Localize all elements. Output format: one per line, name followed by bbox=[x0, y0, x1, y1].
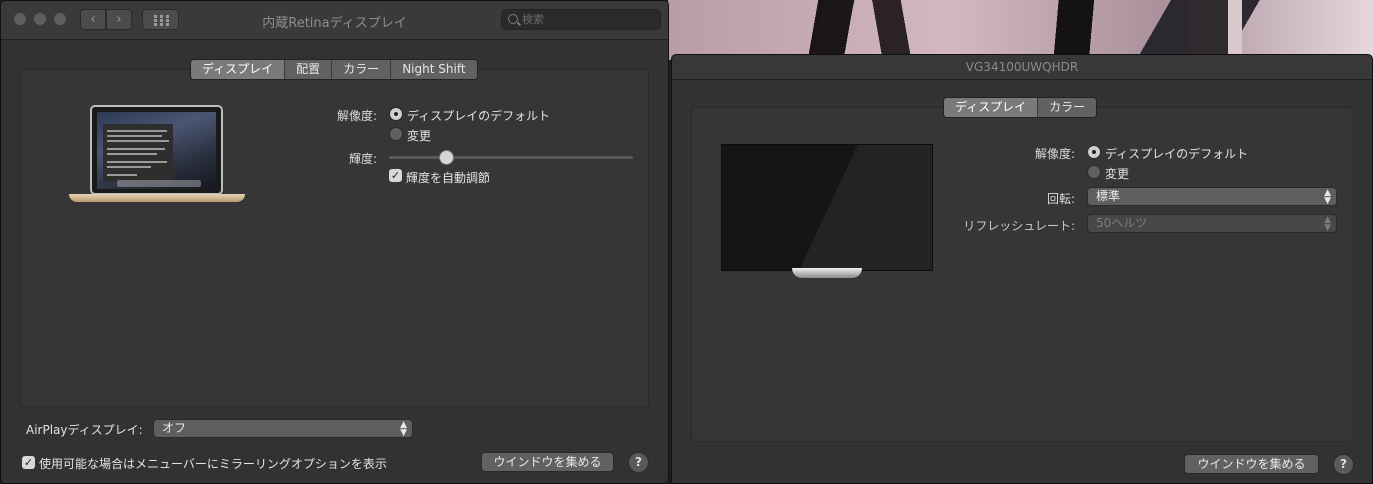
brightness-slider[interactable] bbox=[389, 156, 633, 159]
title-bar: VG34100UWQHDR bbox=[672, 55, 1372, 80]
airplay-select[interactable]: オフ ▲ ▼ bbox=[153, 419, 413, 438]
auto-brightness-label: 輝度を自動調節 bbox=[406, 171, 491, 185]
brightness-label: 輝度: bbox=[348, 152, 377, 166]
refresh-rate-value: 50ヘルツ bbox=[1096, 216, 1148, 230]
airplay-label: AirPlayディスプレイ: bbox=[26, 423, 143, 437]
refresh-rate-label: リフレッシュレート: bbox=[963, 219, 1075, 233]
updown-arrows-icon: ▲ ▼ bbox=[400, 420, 407, 438]
gather-windows-button[interactable]: ウインドウを集める bbox=[481, 452, 614, 472]
tab-bar-external: ディスプレイ カラー bbox=[943, 97, 1098, 118]
desktop-wallpaper bbox=[668, 0, 1373, 60]
search-placeholder: 検索 bbox=[522, 13, 544, 26]
gather-windows-button[interactable]: ウインドウを集める bbox=[1184, 454, 1319, 474]
search-icon bbox=[508, 14, 518, 24]
resolution-default-label: ディスプレイのデフォルト bbox=[1105, 147, 1249, 161]
tab-display[interactable]: ディスプレイ bbox=[191, 60, 285, 79]
airplay-value: オフ bbox=[162, 421, 187, 435]
help-icon[interactable]: ? bbox=[1333, 454, 1354, 475]
title-bar: ‹ › 内蔵Retinaディスプレイ 検索 bbox=[1, 1, 668, 40]
tab-arrangement[interactable]: 配置 bbox=[284, 60, 332, 79]
updown-arrows-icon: ▲ ▼ bbox=[1324, 188, 1331, 206]
checkmark-icon: ✓ bbox=[23, 456, 34, 469]
resolution-default-label: ディスプレイのデフォルト bbox=[407, 109, 551, 123]
tab-night-shift[interactable]: Night Shift bbox=[390, 60, 477, 79]
tab-bar: ディスプレイ 配置 カラー Night Shift bbox=[190, 59, 478, 80]
mirroring-label: 使用可能な場合はメニューバーにミラーリングオプションを表示 bbox=[39, 457, 387, 471]
resolution-default-radio[interactable] bbox=[1087, 145, 1101, 159]
resolution-default-radio[interactable] bbox=[389, 107, 403, 121]
mirroring-checkbox[interactable]: ✓ bbox=[22, 456, 35, 469]
auto-brightness-checkbox[interactable]: ✓ bbox=[389, 169, 402, 182]
resolution-label: 解像度: bbox=[1034, 147, 1075, 161]
refresh-rate-select[interactable]: 50ヘルツ ▲ ▼ bbox=[1087, 214, 1337, 233]
search-input[interactable]: 検索 bbox=[501, 9, 661, 30]
tab-display[interactable]: ディスプレイ bbox=[944, 98, 1038, 117]
resolution-scaled-radio[interactable] bbox=[389, 127, 403, 141]
resolution-scaled-label: 変更 bbox=[1105, 167, 1130, 181]
help-icon[interactable]: ? bbox=[628, 452, 649, 473]
tab-color[interactable]: カラー bbox=[1037, 98, 1097, 117]
display-prefs-window-builtin: ‹ › 内蔵Retinaディスプレイ 検索 ディスプレイ 配置 カラー Nigh… bbox=[0, 0, 669, 484]
rotation-select[interactable]: 標準 ▲ ▼ bbox=[1087, 187, 1337, 206]
window-title: VG34100UWQHDR bbox=[965, 60, 1079, 74]
resolution-scaled-label: 変更 bbox=[407, 129, 432, 143]
resolution-scaled-radio[interactable] bbox=[1087, 165, 1101, 179]
rotation-value: 標準 bbox=[1096, 189, 1121, 203]
updown-arrows-icon: ▲ ▼ bbox=[1324, 215, 1331, 233]
resolution-label: 解像度: bbox=[336, 109, 377, 123]
rotation-label: 回転: bbox=[1046, 192, 1075, 206]
checkmark-icon: ✓ bbox=[390, 169, 401, 182]
tab-color[interactable]: カラー bbox=[331, 60, 391, 79]
